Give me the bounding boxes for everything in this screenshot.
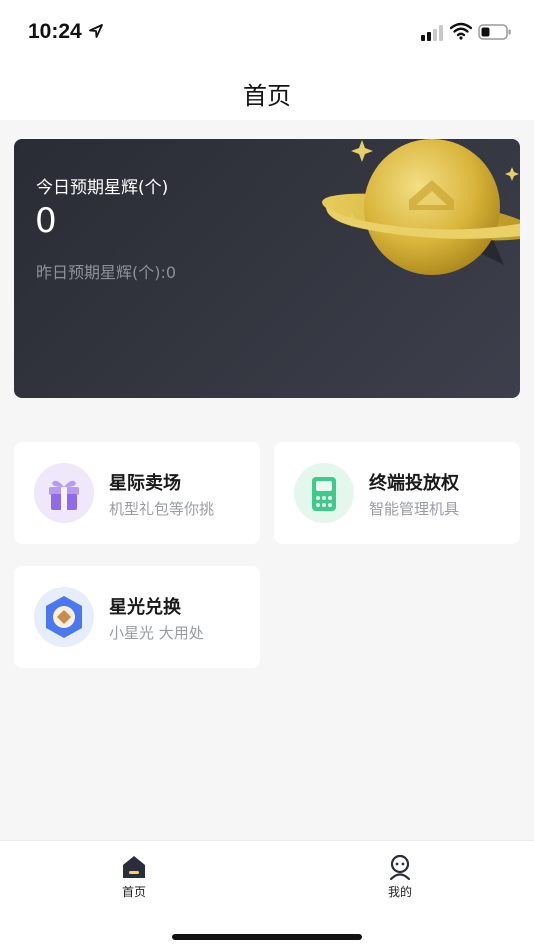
entry-subtitle: 智能管理机具: [369, 500, 460, 518]
star-market-card[interactable]: 星际卖场 机型礼包等你挑: [14, 442, 260, 544]
entry-title: 星际卖场: [109, 473, 181, 494]
tab-home[interactable]: 首页: [94, 851, 174, 901]
tab-label: 首页: [121, 885, 146, 899]
exchange-badge-icon: [34, 587, 94, 647]
tab-mine[interactable]: 我的: [360, 851, 440, 901]
nav-bar: 首页: [0, 64, 534, 120]
location-arrow-icon: [89, 24, 103, 38]
starlight-stats-card: 今日预期星辉(个) 0 昨日预期星辉(个):0: [14, 139, 520, 398]
page-title: 首页: [243, 82, 291, 110]
gold-planet-icon: [322, 139, 520, 275]
starlight-exchange-card[interactable]: 星光兑换 小星光 大用处: [14, 566, 260, 668]
today-starlight-value: 0: [35, 201, 57, 241]
gift-icon: [34, 463, 94, 523]
entry-title: 星光兑换: [109, 597, 181, 618]
pos-terminal-icon: [294, 463, 354, 523]
terminal-rights-card[interactable]: 终端投放权 智能管理机具: [274, 442, 520, 544]
wifi-icon: [450, 22, 472, 40]
entry-subtitle: 机型礼包等你挑: [109, 500, 215, 518]
status-time: 10:24: [28, 20, 82, 43]
tab-label: 我的: [387, 885, 412, 899]
battery-icon: [478, 24, 511, 40]
home-indicator: [172, 934, 362, 940]
yesterday-starlight-text: 昨日预期星辉(个):0: [36, 263, 177, 282]
cellular-signal-icon: [421, 25, 443, 41]
status-bar: 10:24: [0, 0, 534, 64]
entry-subtitle: 小星光 大用处: [109, 624, 204, 642]
today-starlight-label: 今日预期星辉(个): [36, 178, 169, 198]
home-icon: [123, 856, 145, 878]
entry-title: 终端投放权: [369, 473, 459, 494]
profile-icon: [389, 854, 411, 881]
